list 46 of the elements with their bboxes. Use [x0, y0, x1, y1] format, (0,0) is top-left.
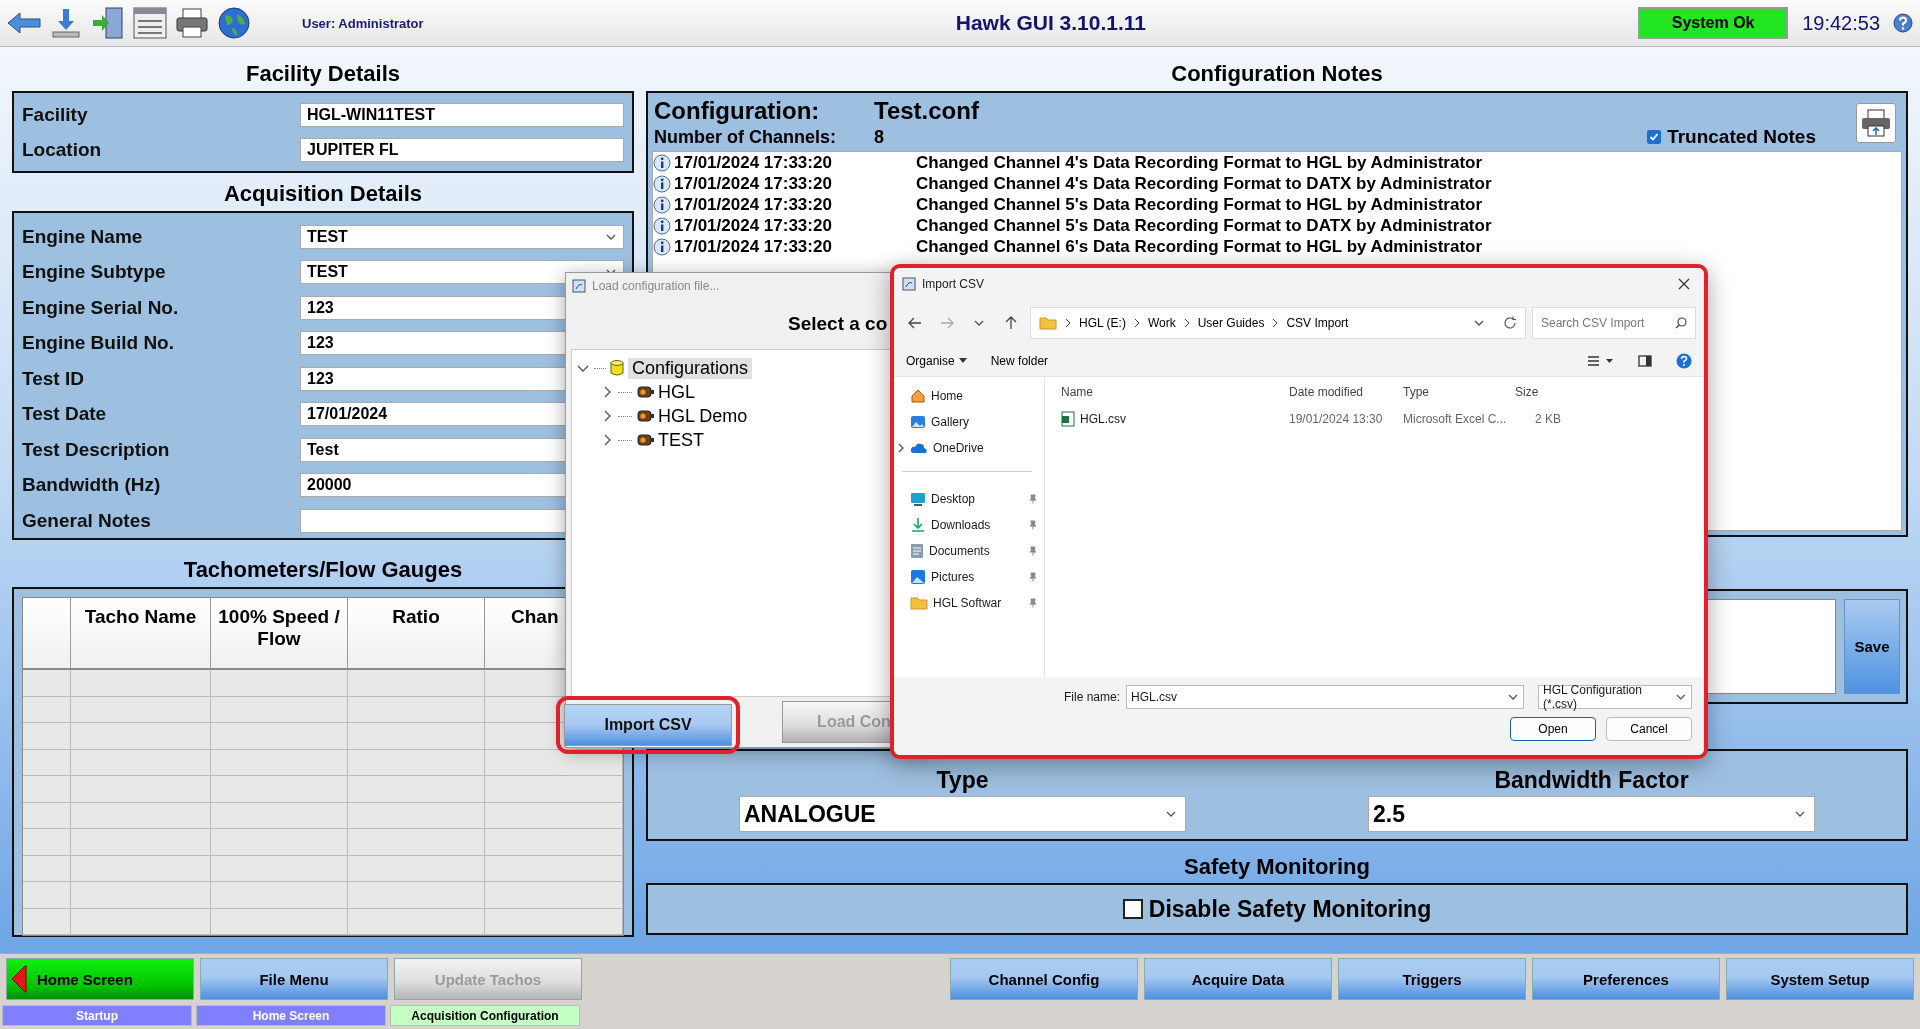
dialog-heading: Select a co: [788, 313, 888, 334]
note-time: 17/01/2024 17:33:20: [674, 215, 833, 236]
checkbox-label: Disable Safety Monitoring: [1148, 895, 1432, 923]
field-label: Engine Subtype: [22, 261, 167, 284]
field-label: Bandwidth Factor: [1494, 767, 1689, 794]
file-type: Microsoft Excel C...: [1403, 412, 1508, 426]
app-title: Hawk GUI 3.10.1.11: [955, 11, 1147, 35]
field-label: Test Description: [22, 438, 171, 461]
column-header: Tacho Name: [71, 598, 211, 670]
note-time: 17/01/2024 17:33:20: [674, 152, 833, 173]
field-label: Engine Build No.: [22, 332, 175, 355]
note-text: Changed Channel 5's Data Recording Format to HGL by Administrator: [916, 194, 1483, 215]
section-title: Facility Details: [245, 61, 401, 86]
section-title: Tachometers/Flow Gauges: [183, 557, 463, 582]
note-text: Changed Channel 4's Data Recording Format to HGL by Administrator: [916, 152, 1483, 173]
field-label: Test Date: [22, 403, 108, 426]
note-time: 17/01/2024 17:33:20: [674, 236, 833, 257]
field-label: Test ID: [22, 367, 85, 390]
note-text: Changed Channel 4's Data Recording Format to DATX by Administrator: [916, 173, 1492, 194]
section-title: Acquisition Details: [223, 181, 422, 206]
note-time: 17/01/2024 17:33:20: [674, 194, 833, 215]
section-title: Safety Monitoring: [1184, 854, 1370, 879]
column-header: Ratio: [348, 598, 485, 670]
field-label: Type: [936, 767, 989, 794]
file-date: 19/01/2024 13:30: [1289, 412, 1384, 426]
field-label: General Notes: [22, 509, 152, 532]
channels-value: 8: [874, 126, 884, 148]
field-label: Bandwidth (Hz): [22, 474, 162, 497]
channels-label: Number of Channels:: [654, 126, 837, 148]
user-label: User: Administrator: [302, 15, 424, 31]
file-size: 2 KB: [1534, 412, 1562, 426]
note-text: Changed Channel 5's Data Recording Format to DATX by Administrator: [916, 215, 1492, 236]
dialog-title: Import CSV: [922, 277, 984, 291]
field-label: Location: [22, 138, 103, 161]
field-label: File name:: [1063, 690, 1120, 704]
note-text: Changed Channel 6's Data Recording Format to HGL by Administrator: [916, 236, 1483, 257]
configuration-value: Test.conf: [874, 97, 979, 125]
field-label: Engine Name: [22, 225, 144, 248]
configuration-label: Configuration:: [654, 97, 821, 125]
note-time: 17/01/2024 17:33:20: [674, 173, 833, 194]
field-label: Engine Serial No.: [22, 296, 180, 319]
column-header: 100% Speed / Flow: [211, 598, 348, 670]
field-label: Facility: [22, 103, 89, 126]
checkbox-label: Truncated Notes: [1667, 126, 1816, 148]
section-title: Configuration Notes: [1171, 61, 1383, 86]
clock-time: 19:42:53: [1802, 11, 1880, 35]
